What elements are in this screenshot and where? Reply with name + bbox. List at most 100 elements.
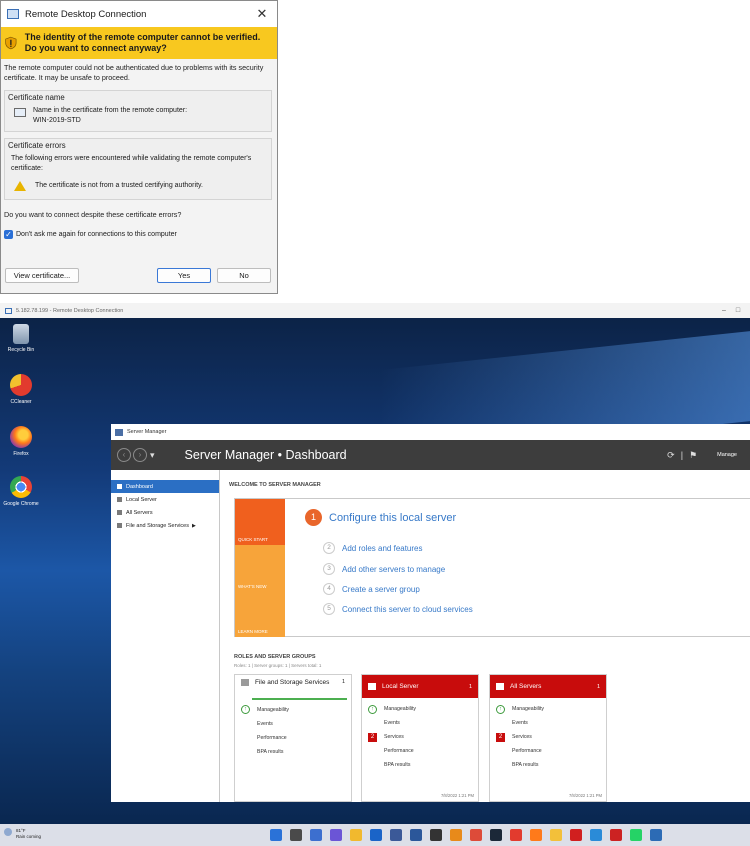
card-row-bpa[interactable]: BPA results xyxy=(235,745,351,759)
desktop-icon-label: CCleaner xyxy=(10,399,32,405)
page-title: Server Manager • Dashboard xyxy=(184,448,347,462)
recycle-bin-icon xyxy=(13,324,29,344)
ok-icon: ↑ xyxy=(368,704,377,714)
start-icon[interactable] xyxy=(270,829,282,841)
ok-icon: ↑ xyxy=(241,705,250,714)
card-all-servers[interactable]: All Servers 1 ↑ Manageability Events 2 Ser… xyxy=(489,674,607,802)
sidebar-item-all-servers[interactable]: All Servers xyxy=(111,506,219,519)
remote-window-title: 5.182.78.199 - Remote Desktop Connection xyxy=(16,307,124,314)
refresh-icon[interactable]: ⟳ xyxy=(667,450,675,461)
step-create-server-group[interactable]: 4 Create a server group xyxy=(323,583,420,595)
device-icon[interactable] xyxy=(650,829,662,841)
minimize-icon[interactable]: – xyxy=(717,307,731,314)
dont-ask-checkbox[interactable]: ✓ xyxy=(4,229,13,239)
ccleaner-icon[interactable] xyxy=(510,829,522,841)
dont-ask-checkbox-row[interactable]: ✓ Don't ask me again for connections to … xyxy=(4,229,277,239)
outlook-icon[interactable] xyxy=(370,829,382,841)
card-row-manageability[interactable]: ↑ Manageability xyxy=(490,702,606,716)
view-certificate-button[interactable]: View certificate... xyxy=(5,268,79,283)
card-row-events[interactable]: Events xyxy=(235,717,351,731)
card-row-manageability[interactable]: ↑ Manageability xyxy=(235,703,351,717)
sidebar-item-dashboard[interactable]: Dashboard xyxy=(111,480,219,493)
cert-name-label: Name in the certificate from the remote … xyxy=(33,107,188,114)
tile-learn-more[interactable]: LEARN MORE xyxy=(235,592,285,637)
no-button[interactable]: No xyxy=(217,268,271,283)
card-row-performance[interactable]: Performance xyxy=(490,744,606,758)
sidebar-item-local-server[interactable]: Local Server xyxy=(111,493,219,506)
cert-error-item: The certificate is not from a trusted ce… xyxy=(35,182,203,190)
steam-icon[interactable] xyxy=(490,829,502,841)
word-icon[interactable] xyxy=(410,829,422,841)
step-add-servers[interactable]: 3 Add other servers to manage xyxy=(323,563,445,575)
step-number: 3 xyxy=(323,563,335,575)
desktop-icon-ccleaner[interactable]: CCleaner xyxy=(3,374,39,405)
card-row-services[interactable]: 2 Services xyxy=(490,730,606,744)
row-label: Manageability xyxy=(257,706,290,713)
tile-quick-start[interactable]: QUICK START xyxy=(235,499,285,545)
mail-icon[interactable] xyxy=(590,829,602,841)
card-row-services[interactable]: 2 Services xyxy=(362,730,478,744)
widgets-icon[interactable] xyxy=(310,829,322,841)
back-icon[interactable]: ‹ xyxy=(117,448,131,462)
whatsapp-icon[interactable] xyxy=(630,829,642,841)
desktop-icon-recycle-bin[interactable]: Recycle Bin xyxy=(3,324,39,353)
step-label: Connect this server to cloud services xyxy=(342,604,473,614)
card-row-bpa[interactable]: BPA results xyxy=(362,758,478,772)
folder-icon[interactable] xyxy=(550,829,562,841)
tile-whats-new[interactable]: WHAT'S NEW xyxy=(235,545,285,592)
card-timestamp: 7/8/2022 1:21 PM xyxy=(568,793,602,798)
card-row-performance[interactable]: Performance xyxy=(235,731,351,745)
firefox-icon xyxy=(10,426,32,448)
store-icon[interactable] xyxy=(390,829,402,841)
alert-count-badge: 2 xyxy=(368,732,377,742)
search-icon[interactable] xyxy=(290,829,302,841)
weather-desc: Rain coming xyxy=(16,834,42,839)
sidebar-item-file-storage[interactable]: File and Storage Services ▶ xyxy=(111,519,219,532)
explanation-text: The remote computer could not be authent… xyxy=(4,63,264,82)
dashboard-icon xyxy=(117,484,122,489)
row-label: Performance xyxy=(384,748,414,754)
maximize-icon[interactable]: □ xyxy=(731,307,745,314)
card-row-events[interactable]: Events xyxy=(362,716,478,730)
flag-icon[interactable]: ⚑ xyxy=(689,450,697,461)
file-explorer-icon[interactable] xyxy=(350,829,362,841)
chat-icon[interactable] xyxy=(330,829,342,841)
remote-desktop-icon xyxy=(7,9,19,19)
acrobat-icon[interactable] xyxy=(570,829,582,841)
card-row-performance[interactable]: Performance xyxy=(362,744,478,758)
close-icon[interactable]: ✕ xyxy=(253,6,271,22)
card-row-bpa[interactable]: BPA results xyxy=(490,758,606,772)
step-number: 1 xyxy=(305,509,322,526)
step-configure-local-server[interactable]: 1 Configure this local server xyxy=(305,509,456,526)
tile-label: QUICK START xyxy=(238,537,268,542)
card-row-manageability[interactable]: ↑ Manageability xyxy=(362,702,478,716)
weather-widget[interactable]: 81°F Rain coming xyxy=(4,828,41,840)
card-file-storage[interactable]: File and Storage Services 1 ↑ Manageabili… xyxy=(234,674,352,802)
forward-icon[interactable]: › xyxy=(133,448,147,462)
tile-label: LEARN MORE xyxy=(238,629,268,634)
dialog-title: Remote Desktop Connection xyxy=(25,8,147,20)
firefox-icon[interactable] xyxy=(530,829,542,841)
quick-start-panel: QUICK START WHAT'S NEW LEARN MORE 1 Conf… xyxy=(234,498,750,637)
server-manager-header: ‹ › ▾ Server Manager • Dashboard ⟳ | ⚑ M… xyxy=(111,440,750,470)
chrome-icon[interactable] xyxy=(470,829,482,841)
warning-banner: The identity of the remote computer cann… xyxy=(1,27,277,59)
yes-button[interactable]: Yes xyxy=(157,268,211,283)
step-connect-cloud[interactable]: 5 Connect this server to cloud services xyxy=(323,603,473,615)
card-local-server[interactable]: Local Server 1 ↑ Manageability Events 2 Se… xyxy=(361,674,479,802)
chevron-right-icon: ▶ xyxy=(191,522,196,529)
notification-icon[interactable] xyxy=(610,829,622,841)
warning-icon xyxy=(14,181,26,191)
step-add-roles[interactable]: 2 Add roles and features xyxy=(323,542,423,554)
manage-menu[interactable]: Manage xyxy=(717,452,737,458)
taskbar-icons xyxy=(270,829,670,841)
dialog-titlebar: Remote Desktop Connection ✕ xyxy=(1,1,277,27)
desktop-icon-chrome[interactable]: Google Chrome xyxy=(3,476,39,507)
paint-icon[interactable] xyxy=(450,829,462,841)
question-text: Do you want to connect despite these cer… xyxy=(4,210,182,219)
desktop-icon-firefox[interactable]: Firefox xyxy=(3,426,39,457)
card-row-events[interactable]: Events xyxy=(490,716,606,730)
terminal-icon[interactable] xyxy=(430,829,442,841)
certificate-errors-group: Certificate errors The following errors … xyxy=(4,138,272,200)
chevron-down-icon[interactable]: ▾ xyxy=(150,450,155,461)
